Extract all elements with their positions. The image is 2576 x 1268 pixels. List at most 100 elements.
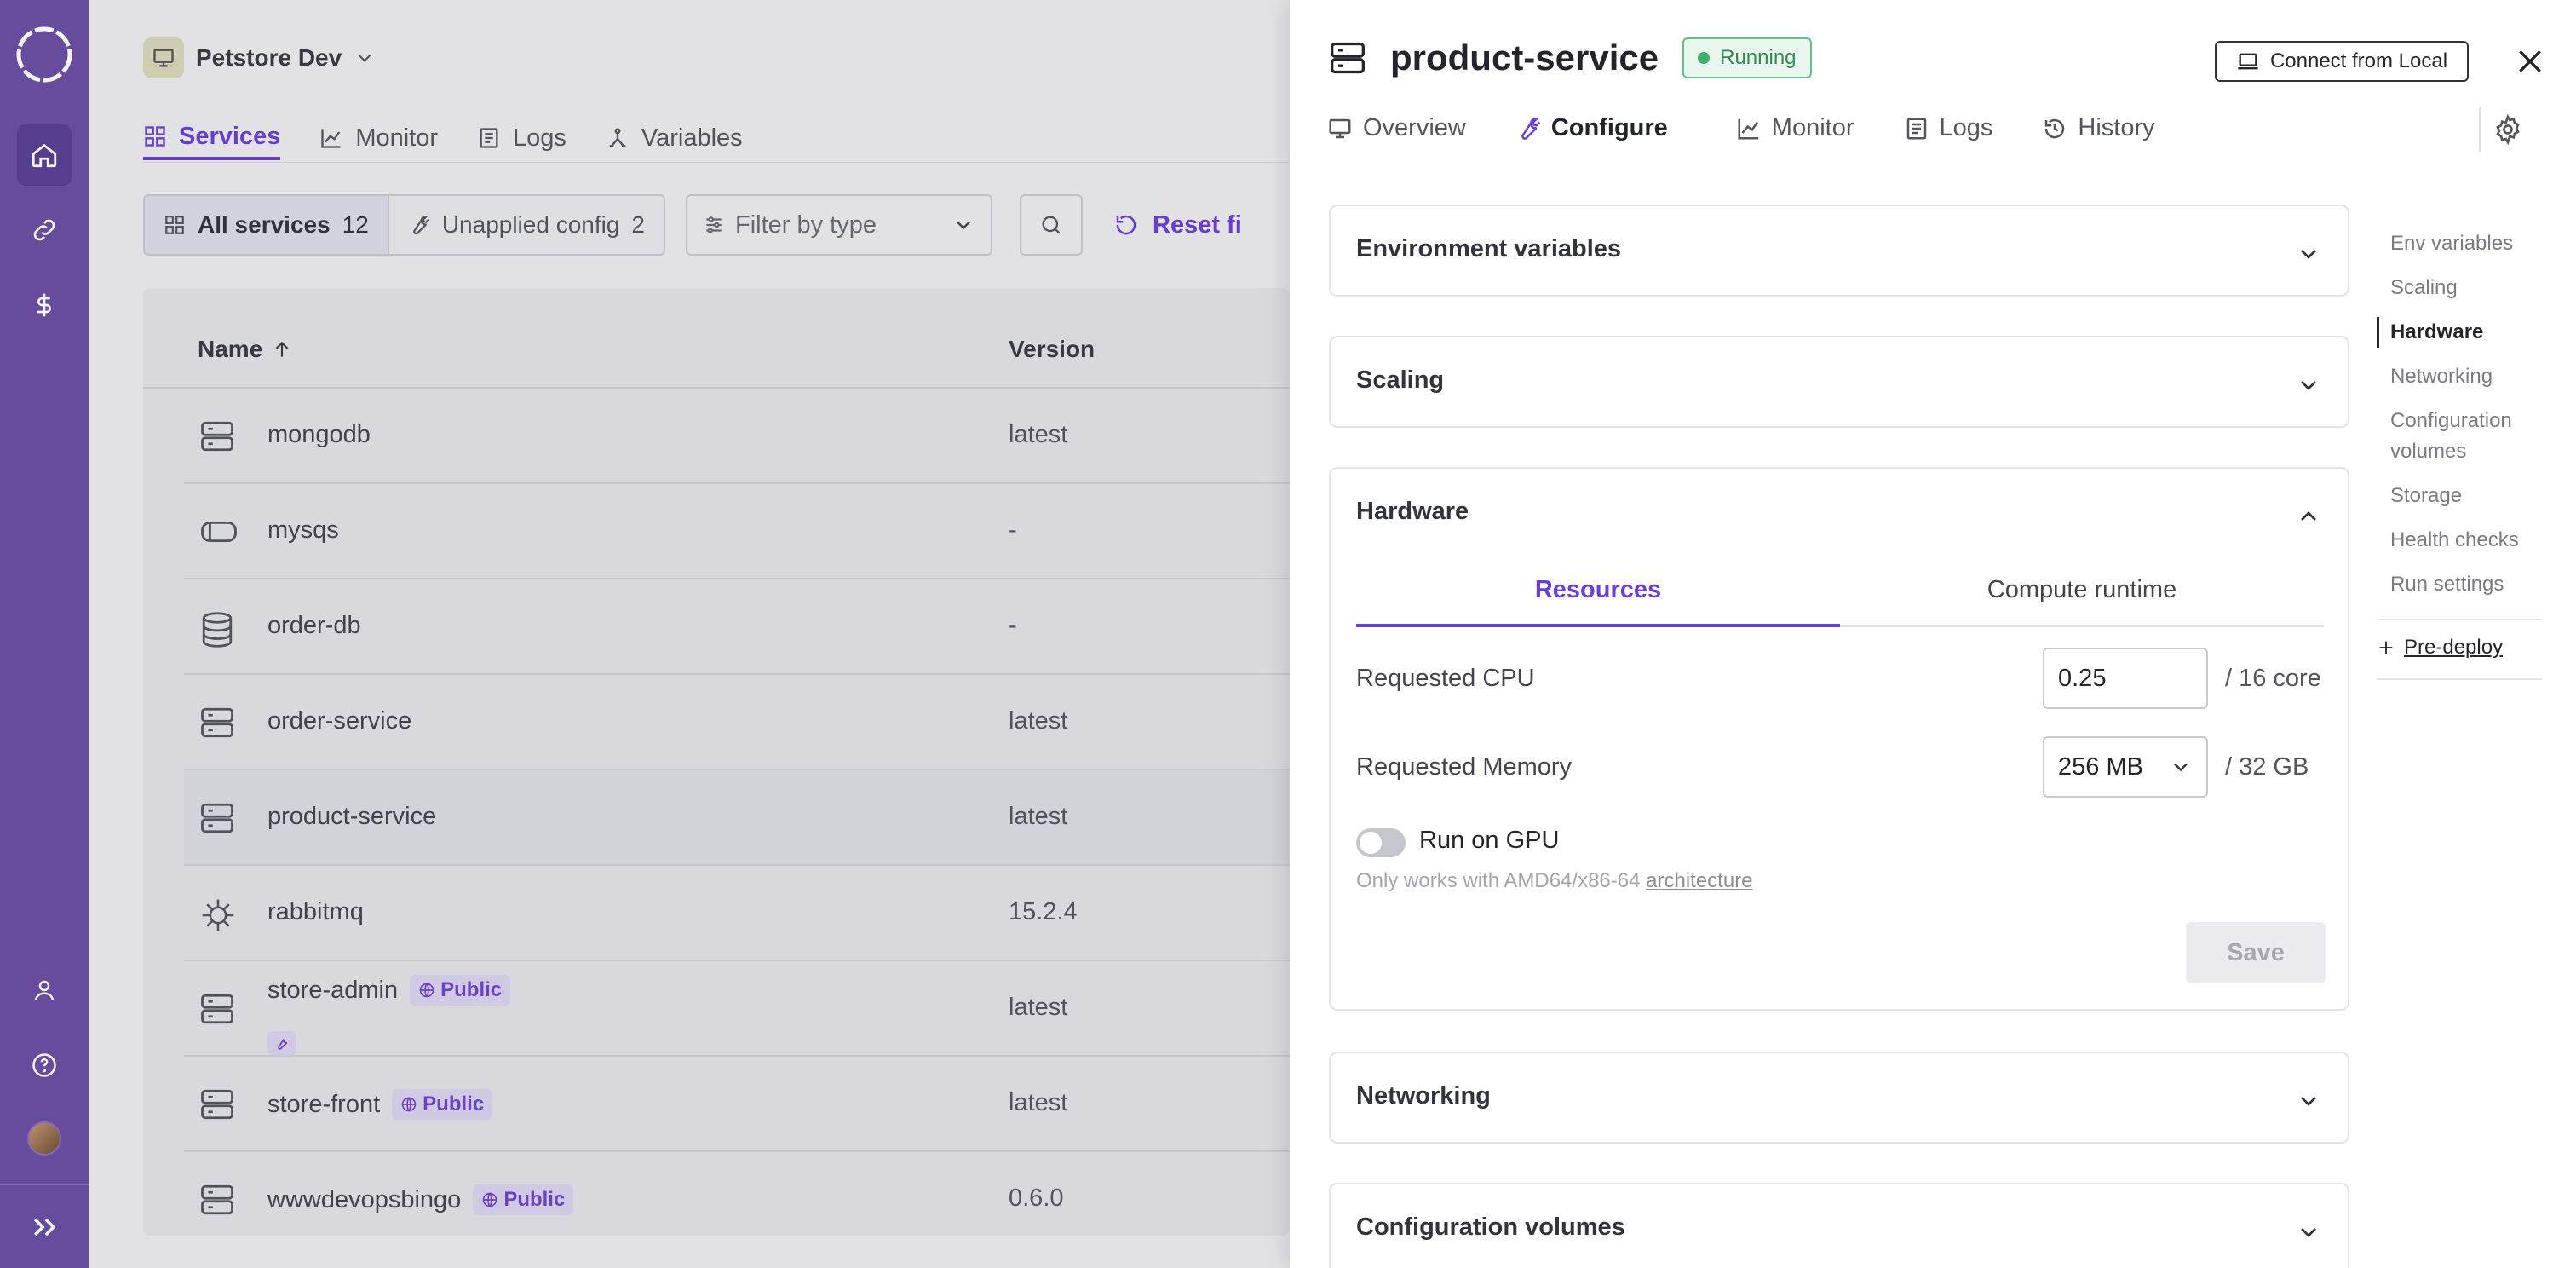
pre-deploy-label: Pre-deploy	[2404, 636, 2504, 659]
service-filter-toggle: All services 12 Unapplied config 2	[143, 194, 665, 256]
tab-overview[interactable]: Overview	[1327, 114, 1466, 142]
table-row[interactable]: order-db -	[184, 579, 1290, 675]
toc-item-configuration-volumes[interactable]: Configuration volumes	[2377, 406, 2542, 467]
service-name[interactable]: store-admin	[267, 977, 398, 1005]
tab-logs[interactable]: Logs	[477, 116, 566, 160]
reset-filters-button[interactable]: Reset fi	[1113, 211, 1242, 239]
all-services-filter[interactable]: All services 12	[145, 196, 388, 254]
filter-by-type-select[interactable]: Filter by type	[686, 194, 992, 256]
toc-item-networking[interactable]: Networking	[2377, 361, 2542, 392]
tab-history[interactable]: History	[2042, 114, 2155, 142]
table-row[interactable]: mysqs -	[184, 484, 1290, 579]
service-version: -	[1009, 612, 1017, 639]
table-row[interactable]: order-service latest	[184, 675, 1290, 770]
service-name[interactable]: rabbitmq	[267, 898, 364, 926]
chevron-down-icon	[358, 54, 371, 62]
user-nav-button[interactable]	[17, 960, 72, 1021]
toc-item-storage[interactable]: Storage	[2377, 481, 2542, 511]
name-column-header[interactable]: Name	[198, 336, 293, 363]
table-row[interactable]: store-front Public latest	[184, 1057, 1290, 1152]
billing-nav-button[interactable]	[17, 274, 72, 336]
save-button[interactable]: Save	[2186, 922, 2326, 983]
links-nav-button[interactable]	[17, 199, 72, 261]
home-nav-button[interactable]	[17, 124, 72, 186]
search-icon	[1042, 216, 1061, 234]
database-icon	[202, 612, 233, 648]
service-name[interactable]: store-front	[267, 1091, 380, 1119]
toc-item-hardware[interactable]: Hardware	[2377, 317, 2542, 348]
service-name[interactable]: mysqs	[267, 516, 339, 545]
tab-configure[interactable]: Configure	[1515, 114, 1668, 142]
help-nav-button[interactable]	[17, 1035, 72, 1096]
networking-section[interactable]: Networking	[1329, 1052, 2349, 1144]
table-row[interactable]: rabbitmq 15.2.4	[184, 866, 1290, 961]
tab-monitor[interactable]: Monitor	[319, 116, 438, 160]
add-pre-deploy-button[interactable]: Pre-deploy	[2377, 636, 2542, 660]
tab-resources[interactable]: Resources	[1356, 571, 1840, 627]
toc-item-health-checks[interactable]: Health checks	[2377, 525, 2542, 556]
tab-logs[interactable]: Logs	[1904, 114, 1993, 142]
panel-tabs: Overview Configure Monitor Logs History	[1327, 114, 2155, 142]
service-name[interactable]: order-service	[267, 707, 411, 735]
tab-monitor[interactable]: Monitor	[1736, 114, 1854, 142]
tabs-divider	[143, 162, 1290, 163]
page-title: product-service	[1390, 37, 1659, 78]
tab-variables[interactable]: Variables	[606, 116, 743, 160]
close-panel-button[interactable]	[2513, 44, 2547, 78]
tab-label: Configure	[1550, 114, 1668, 141]
section-title: Hardware	[1356, 498, 1469, 525]
connect-from-local-button[interactable]: Connect from Local	[2215, 41, 2469, 82]
tab-label: Compute runtime	[1987, 576, 2177, 603]
cpu-input[interactable]	[2043, 648, 2208, 709]
architecture-link[interactable]: architecture	[1646, 869, 1752, 892]
section-title: Networking	[1356, 1082, 1491, 1110]
filter-count: 2	[631, 211, 645, 238]
table-row[interactable]: mongodb latest	[184, 389, 1290, 484]
service-name[interactable]: order-db	[267, 612, 361, 640]
expand-rail-button[interactable]	[26, 1212, 63, 1242]
search-button[interactable]	[1020, 194, 1083, 256]
globe-icon	[419, 983, 434, 998]
service-version: 15.2.4	[1009, 898, 1078, 925]
service-name[interactable]: mongodb	[267, 421, 371, 449]
tab-separator	[2479, 107, 2481, 152]
gpu-toggle[interactable]	[1356, 828, 1406, 857]
app-logo[interactable]	[14, 24, 75, 85]
settings-button[interactable]	[2493, 114, 2523, 145]
help-icon	[32, 1053, 56, 1077]
configuration-volumes-section[interactable]: Configuration volumes	[1329, 1183, 2349, 1268]
status-badge: Running	[1682, 37, 1812, 78]
service-name[interactable]: product-service	[267, 803, 436, 831]
table-row[interactable]: store-admin Public latest	[184, 961, 1290, 1057]
chevron-up-icon[interactable]	[2295, 503, 2322, 530]
disk-icon	[201, 521, 237, 543]
table-row[interactable]: product-service latest	[184, 770, 1290, 866]
env-variables-section[interactable]: Environment variables	[1329, 205, 2349, 297]
tab-label: Variables	[641, 124, 743, 152]
tab-label: Monitor	[1771, 114, 1854, 141]
service-name[interactable]: wwwdevopsbingo	[267, 1186, 461, 1214]
scaling-section[interactable]: Scaling	[1329, 336, 2349, 428]
project-switcher[interactable]: Petstore Dev	[143, 37, 376, 78]
toc-item-run-settings[interactable]: Run settings	[2377, 569, 2542, 600]
memory-select[interactable]: 256 MB	[2043, 736, 2208, 798]
tab-services[interactable]: Services	[143, 116, 281, 160]
toc-item-scaling[interactable]: Scaling	[2377, 273, 2542, 303]
table-row[interactable]: wwwdevopsbingo Public 0.6.0	[184, 1152, 1290, 1236]
avatar[interactable]	[27, 1121, 61, 1156]
version-column-header[interactable]: Version	[1009, 336, 1095, 363]
gpu-hint: Only works with AMD64/x86-64 architectur…	[1356, 869, 1753, 893]
tab-label: Logs	[1939, 114, 1993, 141]
toc-item-env-variables[interactable]: Env variables	[2377, 228, 2542, 259]
server-icon	[1331, 42, 1365, 74]
service-version: latest	[1009, 803, 1068, 830]
link-icon	[33, 219, 55, 241]
desktop-icon	[143, 37, 184, 78]
view-tabs: Services Monitor Logs Variables	[143, 116, 743, 160]
badge-label: Public	[423, 1092, 485, 1115]
reset-label: Reset fi	[1153, 210, 1242, 239]
server-icon	[201, 1184, 233, 1215]
tab-compute-runtime[interactable]: Compute runtime	[1840, 571, 2324, 627]
unapplied-config-filter[interactable]: Unapplied config 2	[387, 196, 664, 254]
document-icon	[1906, 118, 1926, 139]
